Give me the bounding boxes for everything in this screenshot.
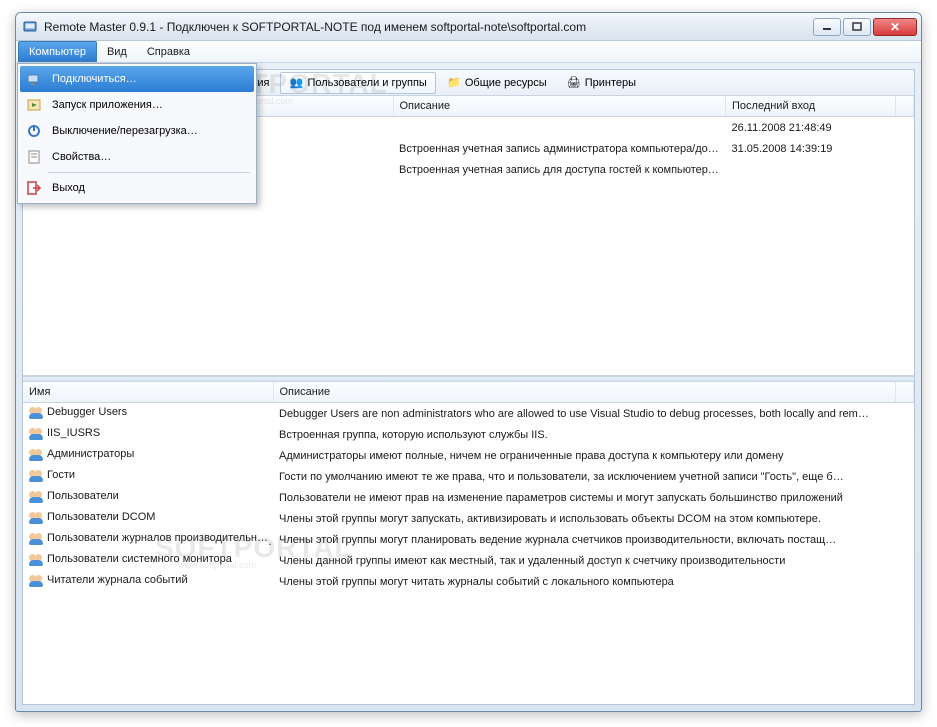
menu-exit[interactable]: Выход: [20, 175, 254, 201]
cell-desc: [393, 117, 726, 139]
maximize-button[interactable]: [843, 18, 871, 36]
cell-name: Администраторы: [47, 448, 134, 460]
menu-view[interactable]: Вид: [97, 41, 137, 62]
cell-last: [726, 159, 896, 180]
run-icon: [26, 97, 42, 113]
properties-icon: [26, 149, 42, 165]
cell-last: 26.11.2008 21:48:49: [726, 117, 896, 139]
table-row[interactable]: Гости Гости по умолчанию имеют те же прав…: [23, 466, 914, 487]
cell-desc: Встроенная учетная запись для доступа го…: [393, 159, 726, 180]
cell-desc: Члены этой группы могут планировать веде…: [273, 529, 896, 550]
menu-connect[interactable]: Подключиться…: [20, 66, 254, 92]
group-icon: [29, 447, 43, 461]
menu-separator: [48, 172, 250, 173]
col-name[interactable]: Имя: [23, 382, 273, 403]
cell-desc: Пользователи не имеют прав на изменение …: [273, 487, 896, 508]
group-icon: [29, 468, 43, 482]
exit-icon: [26, 180, 42, 196]
group-icon: [29, 405, 43, 419]
table-row[interactable]: Пользователи DCOM Члены этой группы могут…: [23, 508, 914, 529]
groups-panel: Имя Описание Debugger UsersDebugger User…: [23, 382, 914, 704]
printer-icon: 🖨: [567, 76, 581, 90]
groups-table[interactable]: Имя Описание Debugger UsersDebugger User…: [23, 382, 914, 592]
window-title: Remote Master 0.9.1 - Подключен к SOFTPO…: [44, 20, 813, 34]
table-row[interactable]: Администраторы Администраторы имеют полны…: [23, 445, 914, 466]
tab-shares[interactable]: 📁Общие ресурсы: [438, 72, 556, 94]
folder-icon: 📁: [447, 76, 461, 90]
col-last[interactable]: Последний вход: [726, 96, 896, 117]
cell-name: Пользователи журналов производительн…: [47, 532, 268, 544]
cell-last: 31.05.2008 14:39:19: [726, 138, 896, 159]
cell-desc: Встроенная группа, которую используют сл…: [273, 424, 896, 445]
connect-icon: [26, 71, 42, 87]
table-row[interactable]: Debugger Users Debugger Users are non adm…: [23, 403, 914, 425]
minimize-button[interactable]: [813, 18, 841, 36]
power-icon: [26, 123, 42, 139]
users-icon: 👥: [289, 76, 303, 90]
col-spacer: [896, 96, 914, 117]
cell-desc: Администраторы имеют полные, ничем не ог…: [273, 445, 896, 466]
col-desc[interactable]: Описание: [393, 96, 726, 117]
menu-computer[interactable]: Компьютер: [18, 41, 97, 62]
app-icon: [22, 19, 38, 35]
cell-desc: Члены данной группы имеют как местный, т…: [273, 550, 896, 571]
cell-desc: Члены этой группы могут запускать, актив…: [273, 508, 896, 529]
group-icon: [29, 531, 43, 545]
cell-desc: Члены этой группы могут читать журналы с…: [273, 571, 896, 592]
titlebar: Remote Master 0.9.1 - Подключен к SOFTPO…: [16, 13, 921, 41]
cell-desc: Гости по умолчанию имеют те же права, чт…: [273, 466, 896, 487]
group-icon: [29, 510, 43, 524]
group-icon: [29, 552, 43, 566]
menubar: Компьютер Вид Справка: [16, 41, 921, 63]
table-row[interactable]: IIS_IUSRS Встроенная группа, которую испо…: [23, 424, 914, 445]
group-icon: [29, 426, 43, 440]
col-desc[interactable]: Описание: [273, 382, 896, 403]
menu-help[interactable]: Справка: [137, 41, 200, 62]
cell-name: Читатели журнала событий: [47, 574, 188, 586]
computer-menu-dropdown: Подключиться… Запуск приложения… Выключе…: [17, 63, 257, 204]
close-button[interactable]: ✕: [873, 18, 917, 36]
tab-printers[interactable]: 🖨Принтеры: [558, 72, 645, 94]
cell-desc: Встроенная учетная запись администратора…: [393, 138, 726, 159]
menu-run-app[interactable]: Запуск приложения…: [20, 92, 254, 118]
menu-properties[interactable]: Свойства…: [20, 144, 254, 170]
col-spacer: [896, 382, 914, 403]
table-row[interactable]: Пользователи системного монитора Члены да…: [23, 550, 914, 571]
cell-name: Гости: [47, 469, 75, 481]
table-row[interactable]: Пользователи Пользователи не имеют прав н…: [23, 487, 914, 508]
cell-name: Пользователи: [47, 490, 119, 502]
cell-name: Пользователи системного монитора: [47, 553, 232, 565]
table-row[interactable]: Пользователи журналов производительн… Чле…: [23, 529, 914, 550]
cell-name: IIS_IUSRS: [47, 427, 100, 439]
table-row[interactable]: Читатели журнала событий Члены этой групп…: [23, 571, 914, 592]
menu-shutdown[interactable]: Выключение/перезагрузка…: [20, 118, 254, 144]
cell-name: Пользователи DCOM: [47, 511, 155, 523]
cell-name: Debugger Users: [47, 406, 127, 418]
group-icon: [29, 573, 43, 587]
group-icon: [29, 489, 43, 503]
window-controls: ✕: [813, 18, 917, 36]
cell-desc: Debugger Users are non administrators wh…: [273, 403, 896, 425]
tab-users-groups[interactable]: 👥Пользователи и группы: [280, 72, 435, 94]
